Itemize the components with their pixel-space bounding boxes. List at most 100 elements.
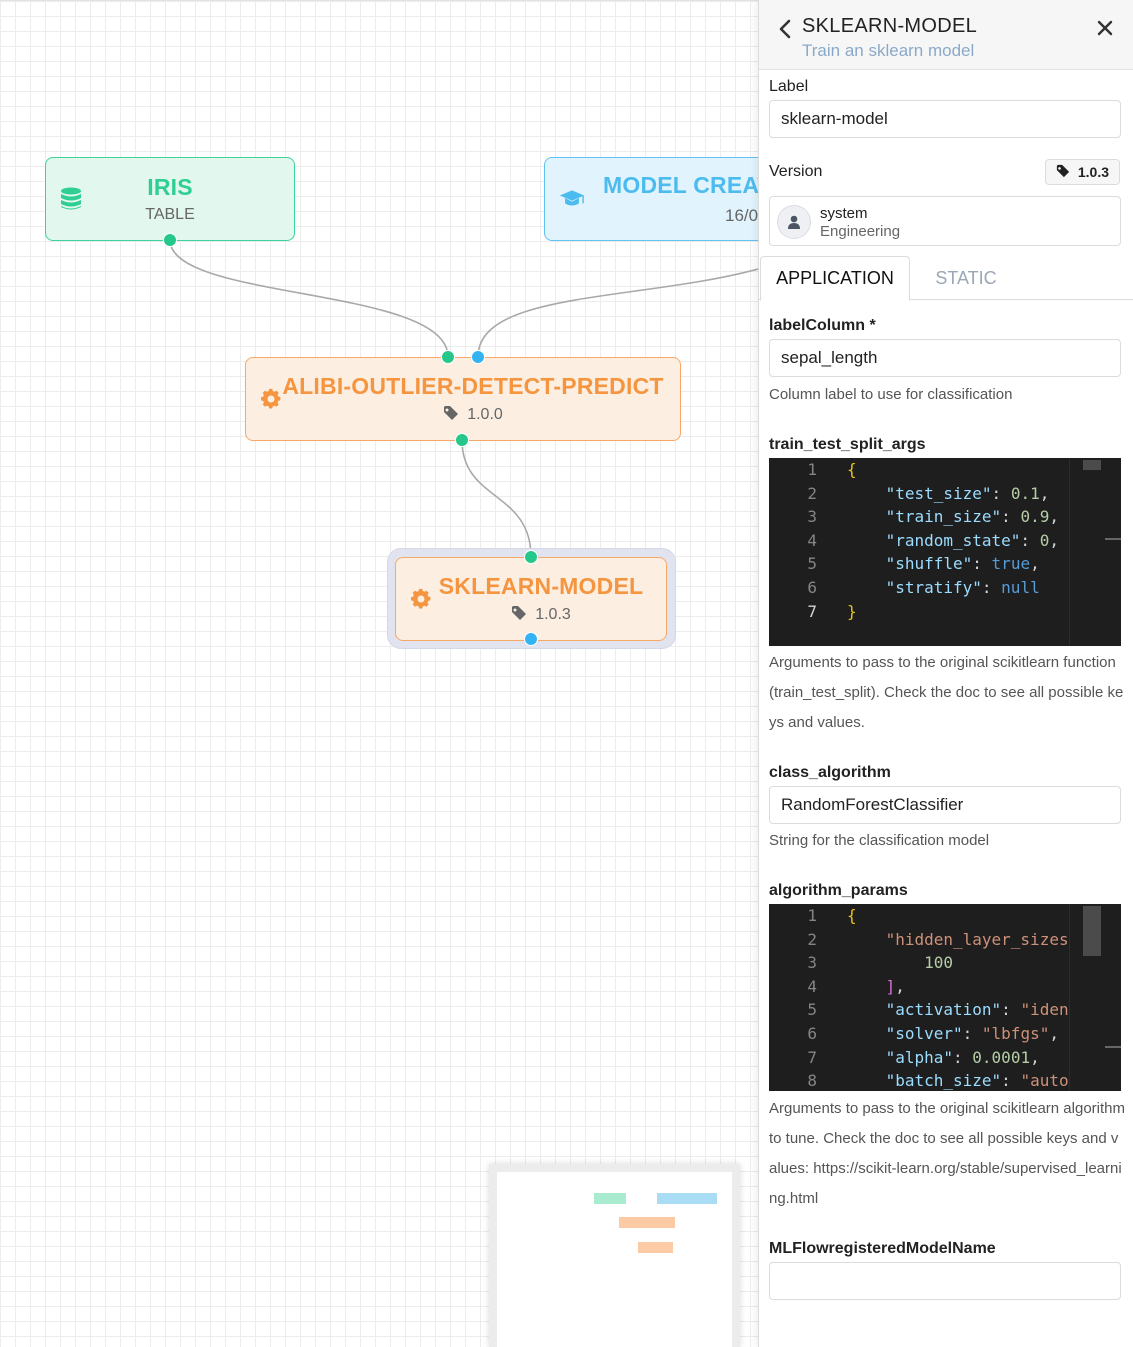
line-number: 8 [807, 1071, 817, 1091]
code-text: { [847, 906, 857, 925]
line-number: 5 [807, 554, 817, 574]
editor-minimap [1083, 906, 1101, 956]
code-line[interactable]: 2 "test_size": 0.1, [769, 482, 1069, 506]
train-test-split-args-editor[interactable]: 1{2 "test_size": 0.1, 3 "train_size": 0.9… [769, 458, 1121, 646]
node-settings-panel: SKLEARN-MODEL Train an sklearn model Lab… [758, 0, 1133, 1347]
user-avatar-icon [777, 205, 811, 239]
line-number: 6 [807, 578, 817, 597]
tab-application[interactable]: APPLICATION [760, 256, 910, 301]
class-algorithm-hint: String for the classification model [769, 832, 990, 849]
line-number: 7 [807, 1047, 817, 1067]
label-input[interactable] [769, 100, 1121, 138]
label-field-label: Label [769, 78, 809, 95]
node-title: MODEL CREAT [603, 172, 758, 198]
code-text: 100 [924, 953, 954, 973]
node-title: IRIS [147, 174, 193, 200]
line-number: 1 [807, 906, 817, 925]
alibi-input-handle-1[interactable] [441, 350, 455, 364]
tag-icon [443, 405, 459, 426]
code-line[interactable]: 5 "shuffle": true, [769, 552, 1069, 576]
code-line[interactable]: 3 100 [769, 951, 1069, 975]
minimap-node-sklearn [638, 1242, 673, 1253]
code-text: "alpha": 0.0001, [885, 1047, 1040, 1067]
tab-static[interactable]: STATIC [911, 256, 1021, 300]
labelcolumn-input[interactable] [769, 339, 1121, 377]
edge-model-alibi[interactable] [477, 268, 758, 358]
node-sklearn-model[interactable]: SKLEARN-MODEL 1.0.3 [395, 557, 667, 641]
alibi-output-handle[interactable] [455, 433, 469, 447]
sklearn-output-handle[interactable] [524, 632, 538, 646]
panel-subtitle: Train an sklearn model [802, 41, 975, 60]
minimap-viewport [497, 1172, 732, 1347]
tag-icon [1056, 164, 1070, 181]
code-text: "batch_size": "auto [885, 1071, 1069, 1091]
tag-icon [511, 605, 527, 626]
mlflow-registered-model-name-label: MLFlowregisteredModelName [769, 1240, 996, 1257]
code-text: "solver": "lbfgs", [885, 1024, 1059, 1043]
labelcolumn-label: labelColumn * [769, 317, 876, 334]
mlflow-registered-model-name-input[interactable] [769, 1262, 1121, 1300]
node-title: SKLEARN-MODEL [438, 572, 644, 599]
code-line[interactable]: 7} [769, 600, 1069, 624]
minimap-node-model [657, 1193, 717, 1204]
code-line[interactable]: 7 "alpha": 0.0001, [769, 1046, 1069, 1070]
code-line[interactable]: 4 ], [769, 975, 1069, 999]
code-line[interactable]: 2 "hidden_layer_sizes [769, 928, 1069, 952]
panel-header: SKLEARN-MODEL Train an sklearn model [759, 0, 1133, 70]
code-line[interactable]: 3 "train_size": 0.9, [769, 505, 1069, 529]
line-number: 4 [807, 530, 817, 550]
node-model-creat[interactable]: MODEL CREAT 16/0 [544, 157, 758, 241]
node-title: ALIBI-OUTLIER-DETECT-PREDICT [282, 372, 664, 399]
graduation-cap-icon [559, 186, 585, 212]
version-badge[interactable]: 1.0.3 [1044, 159, 1120, 185]
minimap-node-iris [594, 1193, 626, 1204]
close-icon[interactable] [1096, 19, 1114, 37]
code-line[interactable]: 6 "stratify": null [769, 576, 1069, 600]
node-version: 1.0.3 [511, 605, 571, 626]
code-text: "train_size": 0.9, [885, 507, 1059, 527]
code-line[interactable]: 1{ [769, 904, 1069, 928]
line-number: 5 [807, 1000, 817, 1020]
code-line[interactable]: 6 "solver": "lbfgs", [769, 1022, 1069, 1046]
algorithm-params-editor[interactable]: 1{2 "hidden_layer_sizes 3 100 4 ], 5 "activ… [769, 904, 1121, 1091]
node-subtitle: TABLE [145, 206, 195, 223]
line-number: 4 [807, 976, 817, 996]
algorithm-params-label: algorithm_params [769, 882, 908, 899]
node-version: 1.0.0 [443, 405, 503, 426]
algorithm-params-hint: Arguments to pass to the original scikit… [769, 1100, 1126, 1207]
line-number: 3 [807, 507, 817, 527]
iris-output-handle[interactable] [163, 233, 177, 247]
node-iris[interactable]: IRIS TABLE [45, 157, 295, 241]
line-number: 2 [807, 483, 817, 503]
code-line[interactable]: 4 "random_state": 0, [769, 529, 1069, 553]
line-number: 1 [807, 460, 817, 479]
sklearn-input-handle[interactable] [524, 550, 538, 564]
code-text: "shuffle": true, [885, 554, 1040, 574]
class-algorithm-label: class_algorithm [769, 764, 891, 781]
chevron-left-icon[interactable] [777, 18, 793, 40]
code-text: "hidden_layer_sizes [885, 929, 1069, 949]
minimap-node-alibi [619, 1217, 675, 1228]
owner-name: system [820, 205, 868, 222]
node-alibi-outlier-detect-predict[interactable]: ALIBI-OUTLIER-DETECT-PREDICT 1.0.0 [245, 357, 681, 441]
code-text: "stratify": null [885, 578, 1040, 597]
owner-team: Engineering [820, 223, 901, 240]
owner-card: system Engineering [769, 196, 1121, 246]
version-label: Version [769, 163, 823, 180]
code-text: } [847, 601, 857, 621]
node-subtitle: 16/0 [725, 206, 758, 225]
code-text: "test_size": 0.1, [885, 483, 1050, 503]
line-number: 6 [807, 1024, 817, 1043]
code-text: { [847, 460, 857, 479]
class-algorithm-input[interactable] [769, 786, 1121, 824]
minimap[interactable] [489, 1164, 740, 1347]
code-line[interactable]: 8 "batch_size": "auto [769, 1069, 1069, 1091]
workflow-canvas[interactable]: IRIS TABLE MODEL CREAT 16/0 ALIBI-OUTLIE… [0, 0, 758, 1347]
editor-scrollbar[interactable] [1069, 458, 1121, 646]
alibi-input-handle-2[interactable] [471, 350, 485, 364]
line-number: 2 [807, 929, 817, 949]
edge-alibi-sklearn[interactable] [461, 439, 532, 558]
code-line[interactable]: 1{ [769, 458, 1069, 482]
edge-iris-alibi[interactable] [169, 239, 449, 358]
code-line[interactable]: 5 "activation": "iden [769, 998, 1069, 1022]
